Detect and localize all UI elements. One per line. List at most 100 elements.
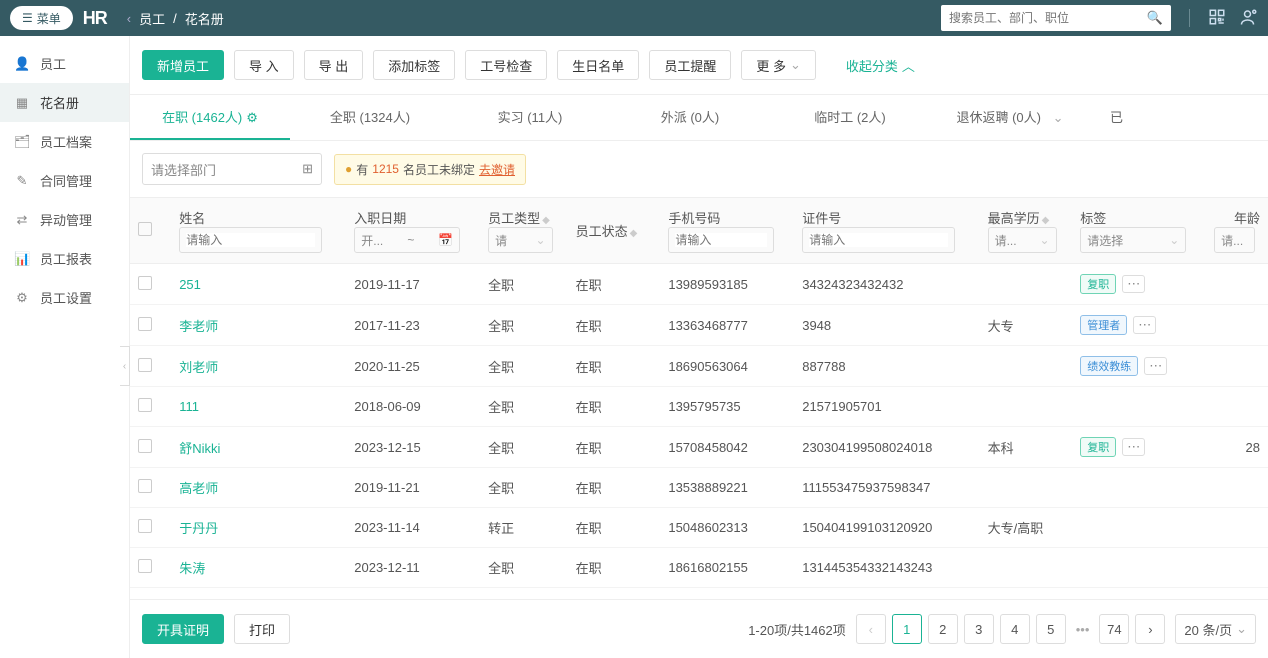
sidebar-item-1[interactable]: ▦花名册 xyxy=(0,83,129,122)
col-status-header[interactable]: 员工状态◆ xyxy=(576,221,653,240)
page-size-select[interactable]: 20 条/页⌄ xyxy=(1175,614,1256,644)
sidebar-item-5[interactable]: 📊员工报表 xyxy=(0,239,129,278)
invite-link[interactable]: 去邀请 xyxy=(479,161,515,178)
tag-badge[interactable]: 复职 xyxy=(1080,274,1116,294)
gear-icon[interactable]: ⚙ xyxy=(246,110,258,125)
filter-idno[interactable] xyxy=(802,227,954,253)
page-3[interactable]: 3 xyxy=(964,614,994,644)
qr-icon[interactable] xyxy=(1208,8,1226,29)
filter-age[interactable]: 请... xyxy=(1214,227,1255,253)
tab-2[interactable]: 实习 (11人) xyxy=(450,95,610,140)
col-type-header[interactable]: 员工类型◆ xyxy=(488,208,560,227)
tabs: 在职 (1462人)⚙ 全职 (1324人) 实习 (11人)外派 (0人)临时工 … xyxy=(130,95,1268,141)
employee-name-link[interactable]: 111 xyxy=(179,399,199,414)
global-search[interactable]: 🔍 xyxy=(941,5,1171,31)
tab-1[interactable]: 全职 (1324人) xyxy=(290,95,450,140)
tab-5[interactable]: 退休返聘 (0人) ⌄ xyxy=(930,95,1090,140)
col-phone-header[interactable]: 手机号码 xyxy=(668,208,786,227)
cell-edu xyxy=(980,387,1073,427)
export-button[interactable]: 导 出 xyxy=(304,50,364,80)
table-wrap[interactable]: 姓名 入职日期 开...~ 📅 员工类型◆ 请⌄ 员工状态◆ 手机号码 证件号 xyxy=(130,197,1268,599)
sidebar-collapse[interactable]: ‹ xyxy=(120,346,130,386)
page-5[interactable]: 5 xyxy=(1036,614,1066,644)
filter-edu[interactable]: 请...⌄ xyxy=(988,227,1057,253)
tag-badge[interactable]: 绩效教练 xyxy=(1080,356,1138,376)
row-checkbox[interactable] xyxy=(138,358,152,372)
employee-name-link[interactable]: 李老师 xyxy=(179,319,218,334)
tab-0[interactable]: 在职 (1462人)⚙ xyxy=(130,95,290,140)
birthday-list-button[interactable]: 生日名单 xyxy=(557,50,639,80)
sidebar-icon: 👤 xyxy=(14,56,30,72)
cell-status: 在职 xyxy=(568,305,661,346)
filter-tags[interactable]: 请选择⌄ xyxy=(1080,227,1186,253)
row-more-icon[interactable]: ⋯ xyxy=(1122,275,1145,293)
row-checkbox[interactable] xyxy=(138,559,152,573)
employee-name-link[interactable]: 朱涛 xyxy=(179,561,205,576)
page-1[interactable]: 1 xyxy=(892,614,922,644)
breadcrumb-back[interactable]: ‹ xyxy=(127,11,131,26)
sidebar-icon: 🗂 xyxy=(14,134,30,150)
col-idno-header[interactable]: 证件号 xyxy=(802,208,971,227)
tab-3[interactable]: 外派 (0人) xyxy=(610,95,770,140)
tab-label: 全职 (1324人) xyxy=(330,110,410,125)
search-icon[interactable]: 🔍 xyxy=(1147,10,1163,26)
page-2[interactable]: 2 xyxy=(928,614,958,644)
filter-name[interactable] xyxy=(179,227,322,253)
page-last[interactable]: 74 xyxy=(1099,614,1129,644)
remind-button[interactable]: 员工提醒 xyxy=(649,50,731,80)
more-button[interactable]: 更 多⌄ xyxy=(741,50,816,80)
employee-name-link[interactable]: 舒Nikki xyxy=(179,441,220,456)
import-button[interactable]: 导 入 xyxy=(234,50,294,80)
row-checkbox[interactable] xyxy=(138,276,152,290)
tab-overflow[interactable]: 已 xyxy=(1090,95,1143,140)
employee-name-link[interactable]: 刘老师 xyxy=(179,360,218,375)
row-checkbox[interactable] xyxy=(138,479,152,493)
page-next[interactable]: › xyxy=(1135,614,1165,644)
collapse-categories-link[interactable]: 收起分类︿ xyxy=(846,56,915,75)
add-employee-button[interactable]: 新增员工 xyxy=(142,50,224,80)
employee-name-link[interactable]: 251 xyxy=(179,277,201,292)
chevron-down-icon[interactable]: ⌄ xyxy=(1053,110,1064,125)
row-more-icon[interactable]: ⋯ xyxy=(1122,438,1145,456)
filter-hiredate[interactable]: 开...~ 📅 xyxy=(354,227,460,253)
sidebar-item-0[interactable]: 👤员工 xyxy=(0,44,129,83)
col-name-header[interactable]: 姓名 xyxy=(179,208,338,227)
check-number-button[interactable]: 工号检查 xyxy=(465,50,547,80)
row-checkbox[interactable] xyxy=(138,398,152,412)
menu-button[interactable]: ☰ 菜单 xyxy=(10,6,73,30)
employee-name-link[interactable]: 于丹丹 xyxy=(179,521,218,536)
breadcrumb-roster[interactable]: 花名册 xyxy=(185,9,224,28)
page-prev[interactable]: ‹ xyxy=(856,614,886,644)
cell-phone: 13538889221 xyxy=(660,468,794,508)
filter-type[interactable]: 请⌄ xyxy=(488,227,552,253)
issue-cert-button[interactable]: 开具证明 xyxy=(142,614,224,644)
employee-name-link[interactable]: 高老师 xyxy=(179,481,218,496)
add-tag-button[interactable]: 添加标签 xyxy=(373,50,455,80)
cell-type: 全职 xyxy=(480,468,568,508)
select-all-checkbox[interactable] xyxy=(138,222,152,236)
col-hiredate-header[interactable]: 入职日期 xyxy=(354,208,472,227)
print-button[interactable]: 打印 xyxy=(234,614,290,644)
tab-4[interactable]: 临时工 (2人) xyxy=(770,95,930,140)
tag-badge[interactable]: 管理者 xyxy=(1080,315,1127,335)
breadcrumb-emp[interactable]: 员工 xyxy=(139,9,165,28)
col-edu-header[interactable]: 最高学历◆ xyxy=(988,208,1065,227)
user-switch-icon[interactable] xyxy=(1240,8,1258,29)
page-4[interactable]: 4 xyxy=(1000,614,1030,644)
tag-badge[interactable]: 复职 xyxy=(1080,437,1116,457)
row-checkbox[interactable] xyxy=(138,317,152,331)
search-input[interactable] xyxy=(949,11,1147,25)
col-age-header[interactable]: 年龄 xyxy=(1214,208,1260,227)
sidebar-item-3[interactable]: ✎合同管理 xyxy=(0,161,129,200)
sidebar-item-label: 合同管理 xyxy=(40,171,92,190)
row-checkbox[interactable] xyxy=(138,439,152,453)
dept-select[interactable]: 请选择部门 ⊞ xyxy=(142,153,322,185)
sidebar-item-4[interactable]: ⇄异动管理 xyxy=(0,200,129,239)
row-more-icon[interactable]: ⋯ xyxy=(1133,316,1156,334)
row-more-icon[interactable]: ⋯ xyxy=(1144,357,1167,375)
sidebar-item-6[interactable]: ⚙员工设置 xyxy=(0,278,129,317)
sidebar-item-2[interactable]: 🗂员工档案 xyxy=(0,122,129,161)
row-checkbox[interactable] xyxy=(138,519,152,533)
filter-phone[interactable] xyxy=(668,227,774,253)
col-tags-header[interactable]: 标签 xyxy=(1080,208,1198,227)
